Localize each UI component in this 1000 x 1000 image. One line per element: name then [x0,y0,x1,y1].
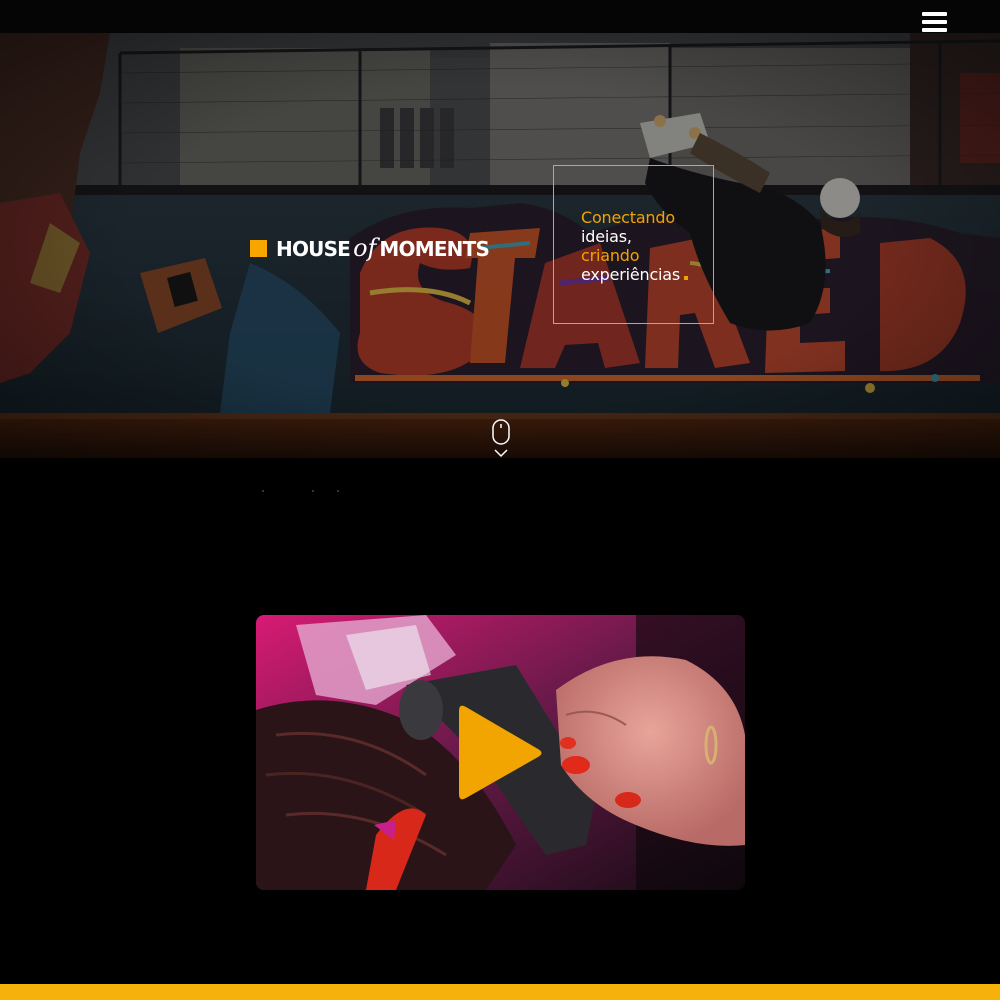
tagline-dot [684,276,689,280]
brand-part-moments: MOMENTS [379,237,490,261]
mouse-scroll-icon[interactable] [491,419,511,459]
footer-bar [0,984,1000,1000]
brand-name: HOUSE of MOMENTS [276,234,490,262]
tagline-line-3: criando [581,246,640,265]
video-thumbnail [256,615,745,890]
top-bar [0,0,1000,33]
tagline-line-4-text: experiências [581,265,681,284]
page: HOUSE of MOMENTS Conectando ideias, criand… [0,0,1000,1000]
tagline: Conectando ideias, criando experiências [581,208,689,284]
brand-logo[interactable]: HOUSE of MOMENTS [250,233,490,263]
brand-part-of: of [353,234,377,262]
tagline-line-2: ideias, [581,227,632,246]
hero-background-image [0,33,1000,458]
hero-banner: HOUSE of MOMENTS Conectando ideias, criand… [0,33,1000,458]
brand-part-house: HOUSE [276,237,351,261]
video-player[interactable] [256,615,745,890]
hamburger-menu-icon[interactable] [922,11,948,33]
brand-square-icon [250,239,267,257]
decorative-specks [262,490,339,492]
tagline-line-4: experiências [581,265,689,284]
tagline-box: Conectando ideias, criando experiências [553,165,714,324]
tagline-line-1: Conectando [581,208,675,227]
